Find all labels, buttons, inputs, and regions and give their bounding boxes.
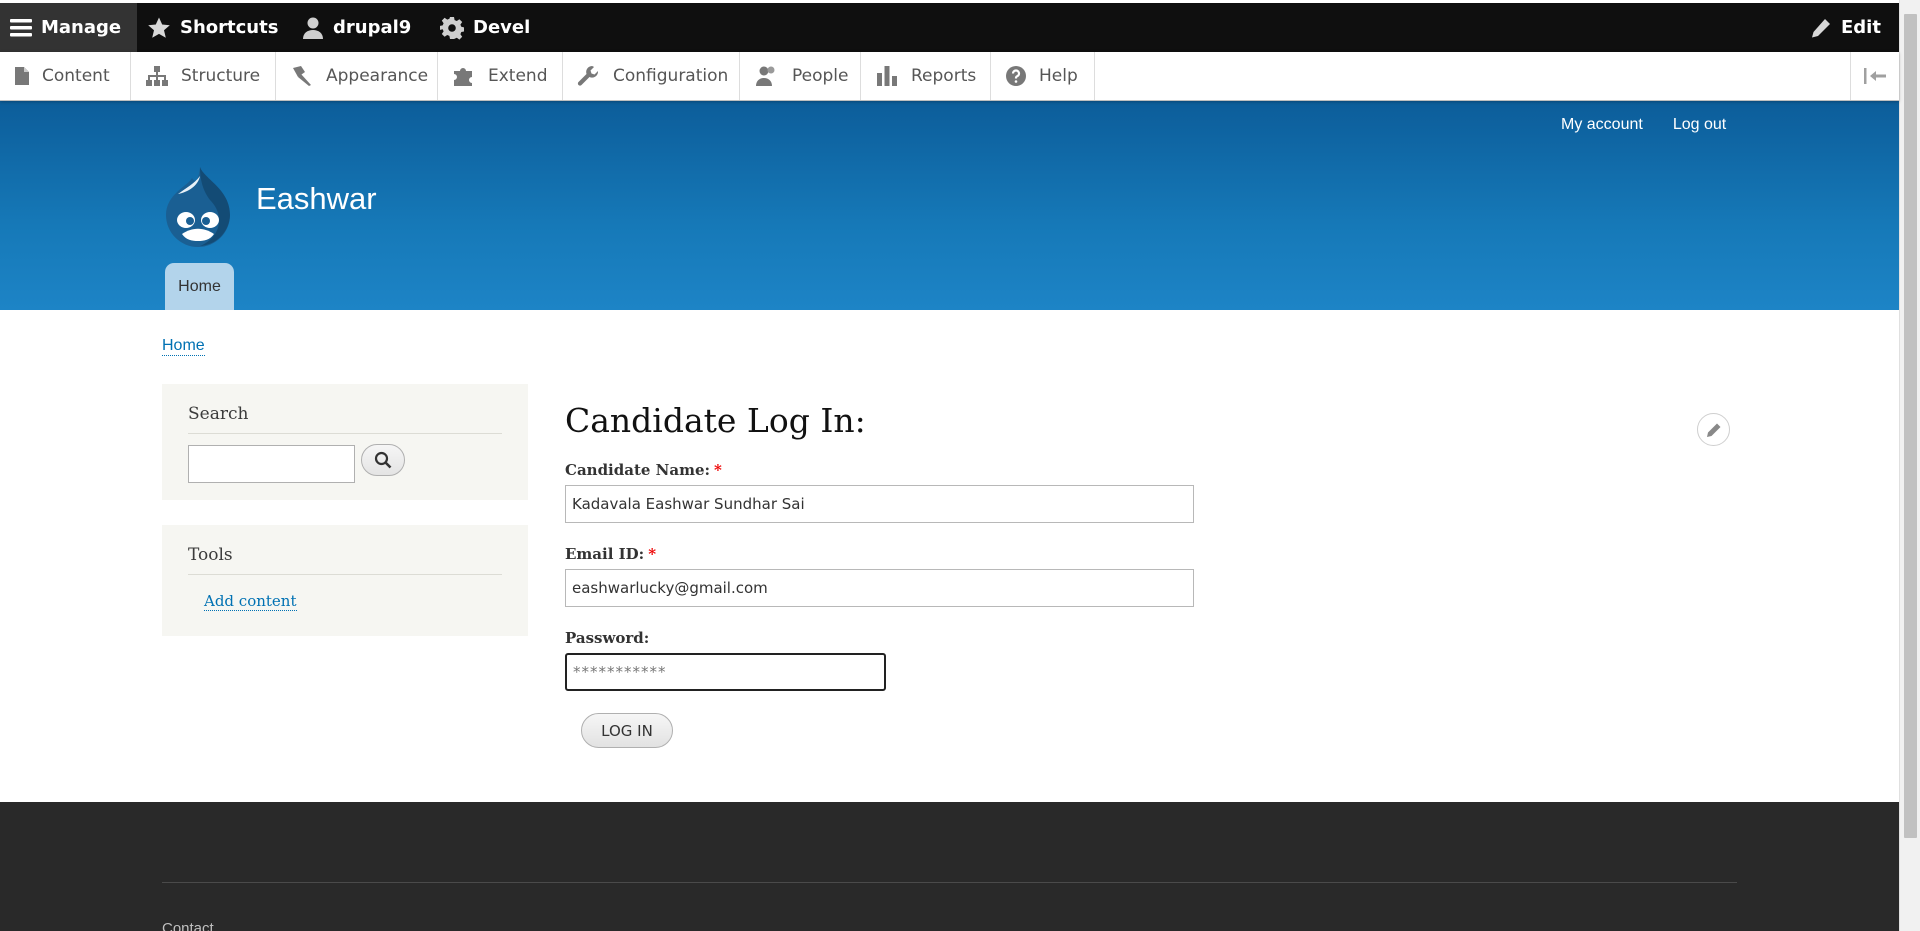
secondary-menu: My account Log out — [1561, 116, 1726, 134]
devel-tab[interactable]: Devel — [440, 3, 530, 52]
manage-tab[interactable]: Manage — [0, 3, 137, 52]
file-icon — [15, 67, 29, 85]
candidate-name-label: Candidate Name: * — [565, 461, 722, 479]
star-icon — [148, 17, 170, 38]
search-block: Search — [162, 384, 528, 500]
tools-block: Tools Add content — [162, 525, 528, 636]
search-input[interactable] — [188, 445, 355, 483]
main-nav-home-tab[interactable]: Home — [165, 263, 234, 310]
log-out-link[interactable]: Log out — [1673, 116, 1726, 134]
user-icon — [303, 17, 323, 39]
hamburger-icon — [10, 18, 32, 36]
edit-tab[interactable]: Edit — [1810, 3, 1881, 52]
site-footer: Contact — [0, 802, 1899, 931]
scrollbar-thumb[interactable] — [1904, 14, 1917, 838]
tray-item-label: People — [792, 66, 849, 86]
tray-item-structure[interactable]: Structure — [131, 52, 276, 100]
admin-tray: Content Structure Appearance Extend Conf… — [0, 52, 1899, 101]
tray-item-label: Content — [42, 66, 110, 86]
add-content-link[interactable]: Add content — [204, 592, 297, 611]
admin-toolbar: Manage Shortcuts drupal9 Devel Edit — [0, 3, 1899, 52]
question-icon — [1006, 66, 1026, 86]
edit-label: Edit — [1841, 17, 1881, 38]
user-label: drupal9 — [333, 17, 412, 38]
shortcuts-tab[interactable]: Shortcuts — [147, 3, 278, 52]
tray-item-label: Help — [1039, 66, 1078, 86]
log-in-button[interactable]: LOG IN — [581, 713, 673, 748]
devel-label: Devel — [473, 17, 531, 38]
password-label: Password: — [565, 629, 649, 647]
puzzle-icon — [454, 68, 472, 86]
breadcrumb-home-link[interactable]: Home — [162, 337, 205, 356]
search-block-title: Search — [188, 404, 502, 434]
required-marker: * — [648, 545, 657, 563]
manage-label: Manage — [41, 17, 122, 38]
email-label-text: Email ID: — [565, 545, 645, 563]
bar-chart-icon — [877, 66, 897, 86]
tray-orientation-toggle[interactable] — [1850, 52, 1899, 100]
sitemap-icon — [146, 66, 168, 86]
tray-item-label: Appearance — [326, 66, 429, 86]
paintbrush-icon — [293, 66, 311, 86]
people-icon — [756, 66, 775, 86]
email-label: Email ID: * — [565, 545, 656, 563]
drupal-logo-icon[interactable] — [160, 164, 236, 248]
search-button[interactable] — [361, 444, 405, 476]
page-title: Candidate Log In: — [565, 401, 866, 440]
email-field[interactable]: eashwarlucky@gmail.com — [565, 569, 1194, 607]
tray-item-label: Reports — [911, 66, 977, 86]
tray-item-extend[interactable]: Extend — [438, 52, 563, 100]
footer-contact-link[interactable]: Contact — [162, 920, 214, 931]
tray-item-help[interactable]: Help — [991, 52, 1095, 100]
contextual-edit-button[interactable] — [1697, 413, 1730, 446]
wrench-icon — [577, 66, 599, 86]
shortcuts-label: Shortcuts — [180, 17, 279, 38]
vertical-scrollbar[interactable] — [1899, 0, 1920, 931]
password-label-text: Password: — [565, 629, 650, 647]
user-tab[interactable]: drupal9 — [302, 3, 411, 52]
tray-item-label: Structure — [181, 66, 261, 86]
tray-item-people[interactable]: People — [740, 52, 861, 100]
my-account-link[interactable]: My account — [1561, 116, 1643, 134]
gear-icon — [440, 16, 464, 40]
pencil-icon — [1706, 423, 1720, 437]
tray-item-reports[interactable]: Reports — [861, 52, 991, 100]
candidate-name-field[interactable]: Kadavala Eashwar Sundhar Sai — [565, 485, 1194, 523]
candidate-name-label-text: Candidate Name: — [565, 461, 711, 479]
footer-divider — [162, 882, 1737, 883]
collapse-tray-icon — [1864, 68, 1886, 84]
search-icon — [374, 451, 392, 469]
required-marker: * — [714, 461, 722, 479]
tray-item-label: Extend — [488, 66, 548, 86]
tray-item-label: Configuration — [613, 66, 729, 86]
site-name[interactable]: Eashwar — [256, 181, 377, 217]
password-field[interactable]: *********** — [565, 653, 886, 691]
tray-item-appearance[interactable]: Appearance — [276, 52, 438, 100]
tray-item-configuration[interactable]: Configuration — [563, 52, 740, 100]
tools-block-title: Tools — [188, 545, 502, 575]
pencil-icon — [1812, 18, 1830, 37]
tray-item-content[interactable]: Content — [0, 52, 131, 100]
